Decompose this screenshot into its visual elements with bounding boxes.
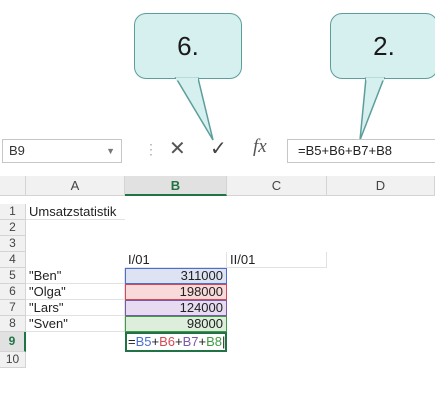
row-header-7[interactable]: 7 (0, 300, 26, 316)
row-header-6[interactable]: 6 (0, 284, 26, 300)
ref-b5: B5 (135, 334, 152, 349)
row-header-9[interactable]: 9 (0, 332, 26, 352)
callout-6-pointer (174, 77, 214, 141)
cell-a6[interactable]: "Olga" (26, 284, 125, 300)
row-header-2[interactable]: 2 (0, 220, 26, 236)
close-icon[interactable]: ✕ (169, 136, 186, 161)
name-box-value: B9 (9, 143, 25, 158)
fx-icon[interactable]: fx (253, 136, 267, 158)
row-header-1[interactable]: 1 (0, 204, 26, 220)
cell-a1[interactable]: Umsatzstatistik (26, 204, 125, 220)
callout-2-pointer (359, 77, 386, 141)
ref-b8: B8 (206, 334, 222, 349)
row-header-3[interactable]: 3 (0, 236, 26, 252)
column-header-c[interactable]: C (227, 176, 327, 196)
select-all-corner[interactable] (0, 176, 26, 196)
cell-a5[interactable]: "Ben" (26, 268, 125, 284)
cell-b5[interactable]: 311000 (125, 268, 227, 284)
cell-b8[interactable]: 98000 (125, 316, 227, 332)
column-header-d[interactable]: D (327, 176, 435, 196)
row-header-4[interactable]: 4 (0, 252, 26, 268)
ref-b7: B7 (182, 334, 199, 349)
text-cursor: | (222, 334, 226, 349)
op-plus: + (198, 334, 207, 349)
formula-input[interactable]: =B5+B6+B7+B8 (287, 139, 435, 163)
cell-a7[interactable]: "Lars" (26, 300, 125, 316)
cell-a8[interactable]: "Sven" (26, 316, 125, 332)
row-header-8[interactable]: 8 (0, 316, 26, 332)
cell-b7[interactable]: 124000 (125, 300, 227, 316)
cell-b4[interactable]: I/01 (125, 252, 227, 268)
row-header-10[interactable]: 10 (0, 352, 26, 368)
cell-c4[interactable]: II/01 (227, 252, 327, 268)
ref-b6: B6 (159, 334, 175, 349)
formula-equals: = (128, 334, 136, 349)
column-header-b[interactable]: B (125, 176, 227, 196)
cell-b6[interactable]: 198000 (125, 284, 227, 300)
cell-b9-editing[interactable]: =B5+B6+B7+B8| (125, 332, 227, 352)
op-plus: + (175, 334, 183, 349)
op-plus: + (151, 334, 160, 349)
row-header-5[interactable]: 5 (0, 268, 26, 284)
check-icon[interactable]: ✓ (210, 136, 227, 161)
name-box[interactable]: B9 ▼ (2, 139, 122, 163)
column-header-a[interactable]: A (26, 176, 125, 196)
grip-icon[interactable]: ⋮ (144, 141, 158, 158)
formula-text: =B5+B6+B7+B8 (298, 143, 392, 158)
chevron-down-icon[interactable]: ▼ (106, 140, 115, 162)
